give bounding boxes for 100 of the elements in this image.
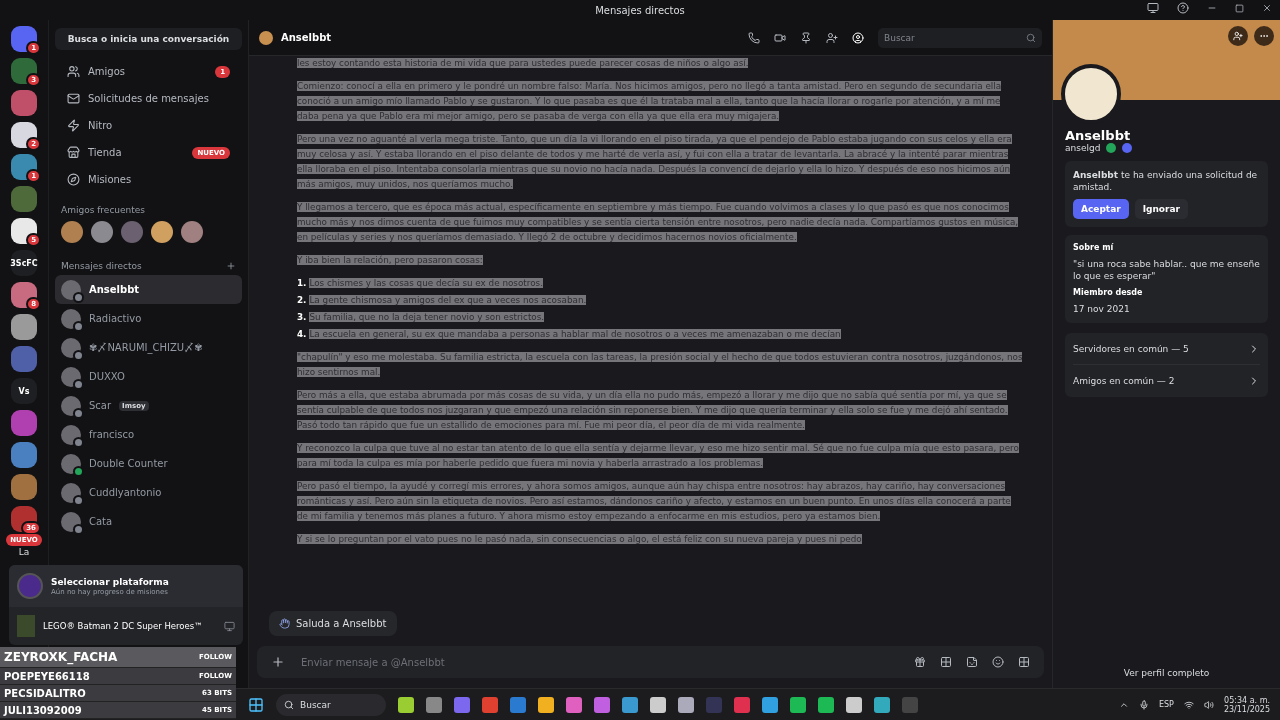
server-icon[interactable] [11, 410, 37, 436]
pin-icon[interactable] [800, 31, 812, 44]
clock-time[interactable]: 05:34 a. m. [1224, 695, 1270, 705]
start-icon[interactable] [248, 696, 264, 713]
app-icon[interactable] [566, 696, 582, 713]
list-number: 4. [297, 328, 307, 341]
dm-item[interactable]: DUXXO [55, 362, 242, 391]
list-item: Los chismes y las cosas que decía su ex de nosotros. [309, 277, 543, 290]
message-input[interactable]: Enviar mensaje a @Anselbbt [299, 655, 900, 669]
app-icon[interactable] [398, 696, 414, 713]
shop-icon [67, 146, 80, 159]
member-title: Miembro desde [1073, 288, 1144, 297]
emoji-icon[interactable] [992, 656, 1004, 668]
about-title: Sobre mí [1073, 243, 1115, 252]
avatar [259, 30, 273, 45]
add-friend-icon [1233, 31, 1243, 41]
app-icon[interactable] [426, 696, 442, 713]
app-icon[interactable] [874, 696, 890, 713]
video-icon[interactable] [774, 31, 786, 44]
add-friend-icon[interactable] [826, 31, 838, 44]
nitro-icon [67, 119, 80, 132]
clock-date[interactable]: 23/11/2025 [1223, 704, 1270, 714]
accept-button[interactable]: Aceptar [1073, 199, 1129, 219]
taskbar-search[interactable]: Buscar [276, 693, 386, 716]
phone-icon[interactable] [748, 31, 760, 44]
profile-icon[interactable] [852, 31, 864, 44]
gift-icon[interactable] [914, 656, 926, 668]
friend-avatar[interactable] [181, 221, 203, 243]
server-label: La [18, 547, 30, 557]
list-number: 3. [297, 311, 307, 324]
badge-icon [1106, 143, 1117, 153]
wave-button[interactable]: Saluda a Anselbbt [269, 611, 397, 636]
add-friend-button[interactable] [1228, 26, 1248, 46]
mutual-link[interactable]: Servidores en común — 5 [1073, 333, 1260, 365]
message-paragraph: les estoy contando esta historia de mi vida que para ustedes puede parecer cosas de niños o algo así. [297, 57, 750, 70]
search-icon [1026, 32, 1036, 43]
sticker-icon[interactable] [966, 656, 978, 668]
nav-item[interactable]: Nitro [55, 112, 242, 139]
app-icon[interactable] [594, 696, 610, 713]
wifi-icon[interactable] [1183, 699, 1194, 710]
add-icon[interactable] [226, 261, 236, 271]
search-button[interactable]: Busca o inicia una conversación [55, 28, 242, 50]
server-icon[interactable] [11, 314, 37, 340]
request-text: Anselbbt te ha enviado una solicitud de amistad. [1073, 169, 1259, 193]
screen-icon[interactable] [224, 620, 235, 632]
member-date: 17 nov 2021 [1073, 303, 1131, 315]
server-icon[interactable]: 3ScFC [11, 250, 37, 276]
friend-avatar[interactable] [151, 221, 173, 243]
search-icon [284, 699, 294, 710]
server-icon[interactable] [11, 474, 37, 500]
close-icon[interactable] [1262, 3, 1272, 13]
dm-item[interactable]: Cuddlyantonio [55, 478, 242, 507]
maximize-icon[interactable] [1235, 3, 1244, 13]
message-paragraph: Y iba bien la relación, pero pasaron cosas: [297, 254, 484, 267]
app-icon[interactable] [678, 696, 694, 713]
badge-icon [1122, 143, 1133, 153]
profile-name: Anselbbt [1064, 127, 1132, 143]
volume-icon[interactable] [1203, 699, 1214, 710]
list-number: 1. [297, 277, 307, 290]
mic-icon[interactable] [1138, 699, 1149, 710]
ignore-button[interactable]: Ignorar [1134, 199, 1188, 219]
app-icon[interactable] [818, 696, 834, 713]
more-button[interactable] [1254, 26, 1274, 46]
nav-item[interactable]: Misiones [55, 166, 242, 193]
friend-avatar[interactable] [91, 221, 113, 243]
nav-item[interactable]: Solicitudes de mensajes [55, 85, 242, 112]
add-icon[interactable] [271, 655, 285, 669]
server-icon[interactable] [11, 346, 37, 372]
app-icon[interactable] [622, 696, 638, 713]
language[interactable]: ESP [1158, 700, 1174, 709]
app-icon[interactable] [538, 696, 554, 713]
about-text: "si una roca sabe hablar.. que me enseñe lo que es esperar" [1073, 258, 1260, 282]
dm-item[interactable]: Anselbbt [55, 275, 242, 304]
message-field[interactable]: Enviar mensaje a @Anselbbt [257, 646, 1044, 678]
help-icon[interactable] [1177, 2, 1189, 14]
server-icon[interactable] [11, 442, 37, 468]
quests-icon [67, 173, 80, 186]
full-profile-link[interactable]: Ver perfil completo [1053, 658, 1280, 688]
mail-icon [67, 92, 80, 105]
dm-item[interactable]: Cata [55, 507, 242, 536]
dm-item[interactable]: ✾〆NARUMI_CHIZU〆✾ [55, 333, 242, 362]
dm-item[interactable]: Double Counter [55, 449, 242, 478]
list-number: 2. [297, 294, 307, 307]
app-icon[interactable] [650, 696, 666, 713]
app-icon[interactable] [762, 696, 778, 713]
quest-title: Seleccionar plataforma [51, 576, 169, 587]
dm-item[interactable]: Radiactivo [55, 304, 242, 333]
inbox-icon[interactable] [1147, 2, 1159, 14]
search-field[interactable]: Buscar [878, 27, 1042, 48]
server-icon[interactable] [11, 90, 37, 116]
apps-icon[interactable] [1018, 656, 1030, 668]
server-icon[interactable] [11, 186, 37, 212]
server-icon[interactable]: Vs [11, 378, 37, 404]
mutual-link[interactable]: Amigos en común — 2 [1073, 365, 1260, 397]
app-icon[interactable] [846, 696, 862, 713]
section-title: Mensajes directos [61, 261, 142, 271]
dm-item[interactable]: francisco [55, 420, 242, 449]
app-icon[interactable] [790, 696, 806, 713]
username: anselgd [1065, 143, 1101, 153]
friend-avatar[interactable] [61, 221, 83, 243]
